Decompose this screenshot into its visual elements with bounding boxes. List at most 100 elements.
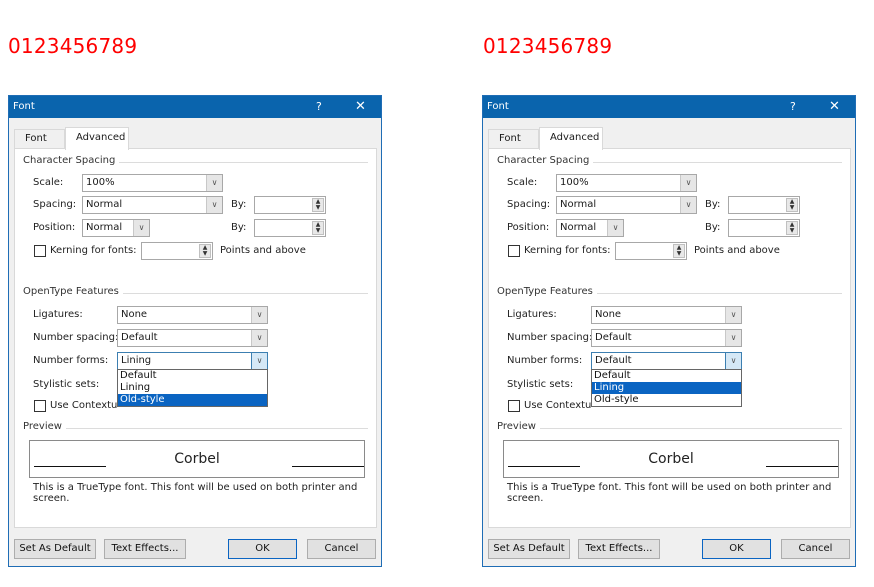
preview-baseline-right: [766, 466, 838, 467]
position-combo[interactable]: Normal ∨: [82, 219, 150, 237]
dialog-titlebar[interactable]: Font ? ✕: [9, 96, 381, 118]
advanced-panel: Character Spacing Scale: 100% ∨ Spacing:…: [14, 148, 377, 528]
preview-baseline-right: [292, 466, 364, 467]
chevron-down-icon[interactable]: ∨: [725, 307, 741, 323]
spacing-by-spinner[interactable]: ▲ ▼: [254, 196, 326, 214]
kerning-spinner[interactable]: ▲ ▼: [141, 242, 213, 260]
ligatures-combo[interactable]: None ∨: [117, 306, 268, 324]
chevron-down-icon[interactable]: ∨: [680, 197, 696, 213]
spacing-combo[interactable]: Normal ∨: [82, 196, 223, 214]
position-combo[interactable]: Normal ∨: [556, 219, 624, 237]
chevron-down-icon[interactable]: ∨: [251, 353, 267, 369]
chevron-down-icon[interactable]: ∨: [680, 175, 696, 191]
font-dialog-oldstyle: Font ? ✕ Font Advanced Character Spacing…: [8, 95, 382, 567]
ligatures-combo[interactable]: None ∨: [591, 306, 742, 324]
sample-digits-oldstyle: 0123456789: [8, 34, 138, 58]
spinner-arrows-icon[interactable]: ▲ ▼: [312, 221, 324, 235]
spacing-by-spinner[interactable]: ▲ ▼: [728, 196, 800, 214]
number-spacing-combo[interactable]: Default ∨: [591, 329, 742, 347]
position-label: Position:: [507, 222, 550, 233]
number-forms-value: Default: [595, 355, 632, 366]
help-icon[interactable]: ?: [316, 96, 322, 118]
position-by-spinner[interactable]: ▲ ▼: [728, 219, 800, 237]
number-forms-dropdown: Default Lining Old-style: [117, 369, 268, 407]
sample-digits-lining: 0123456789: [483, 34, 613, 58]
tab-advanced[interactable]: Advanced: [65, 127, 129, 150]
kerning-checkbox[interactable]: [508, 245, 520, 257]
dropdown-option[interactable]: Default: [118, 370, 267, 382]
spacing-value: Normal: [86, 199, 123, 210]
spinner-arrows-icon[interactable]: ▲ ▼: [786, 198, 798, 212]
character-spacing-heading: Character Spacing: [23, 155, 120, 166]
ok-button[interactable]: OK: [228, 539, 297, 559]
close-icon[interactable]: ✕: [829, 96, 840, 118]
tab-font[interactable]: Font: [14, 129, 65, 149]
number-forms-label: Number forms:: [33, 355, 109, 366]
kerning-checkbox[interactable]: [34, 245, 46, 257]
chevron-down-icon[interactable]: ∨: [206, 175, 222, 191]
chevron-down-icon[interactable]: ∨: [607, 220, 623, 236]
cancel-button[interactable]: Cancel: [781, 539, 850, 559]
contextual-alternates-checkbox[interactable]: [34, 400, 46, 412]
spinner-arrows-icon[interactable]: ▲ ▼: [786, 221, 798, 235]
number-spacing-value: Default: [121, 332, 158, 343]
ok-button[interactable]: OK: [702, 539, 771, 559]
kerning-spinner[interactable]: ▲ ▼: [615, 242, 687, 260]
dialog-title: Font: [487, 101, 509, 112]
set-as-default-button[interactable]: Set As Default: [14, 539, 96, 559]
dropdown-option[interactable]: Default: [592, 370, 741, 382]
number-forms-label: Number forms:: [507, 355, 583, 366]
stylistic-sets-label: Stylistic sets:: [507, 379, 574, 390]
scale-combo[interactable]: 100% ∨: [82, 174, 223, 192]
spinner-arrows-icon[interactable]: ▲ ▼: [199, 244, 211, 258]
position-by-label: By:: [705, 222, 721, 233]
number-forms-combo[interactable]: Lining ∨: [117, 352, 268, 370]
position-value: Normal: [560, 222, 597, 233]
help-icon[interactable]: ?: [790, 96, 796, 118]
chevron-down-icon[interactable]: ∨: [725, 330, 741, 346]
number-forms-combo[interactable]: Default ∨: [591, 352, 742, 370]
chevron-down-icon[interactable]: ∨: [206, 197, 222, 213]
kerning-suffix: Points and above: [694, 245, 780, 256]
spacing-combo[interactable]: Normal ∨: [556, 196, 697, 214]
position-by-label: By:: [231, 222, 247, 233]
chevron-down-icon[interactable]: ∨: [251, 330, 267, 346]
tab-font[interactable]: Font: [488, 129, 539, 149]
spinner-arrows-icon[interactable]: ▲ ▼: [312, 198, 324, 212]
tab-advanced[interactable]: Advanced: [539, 127, 603, 150]
dialog-title: Font: [13, 101, 35, 112]
scale-label: Scale:: [507, 177, 538, 188]
font-dialog-lining: Font ? ✕ Font Advanced Character Spacing…: [482, 95, 856, 567]
text-effects-button[interactable]: Text Effects...: [578, 539, 660, 559]
chevron-down-icon[interactable]: ∨: [133, 220, 149, 236]
chevron-down-icon[interactable]: ∨: [725, 353, 741, 369]
number-spacing-combo[interactable]: Default ∨: [117, 329, 268, 347]
stylistic-sets-label: Stylistic sets:: [33, 379, 100, 390]
dialog-titlebar[interactable]: Font ? ✕: [483, 96, 855, 118]
kerning-label: Kerning for fonts:: [50, 245, 137, 256]
position-by-spinner[interactable]: ▲ ▼: [254, 219, 326, 237]
kerning-suffix: Points and above: [220, 245, 306, 256]
opentype-heading: OpenType Features: [497, 286, 597, 297]
opentype-heading: OpenType Features: [23, 286, 123, 297]
character-spacing-heading: Character Spacing: [497, 155, 594, 166]
set-as-default-button[interactable]: Set As Default: [488, 539, 570, 559]
dropdown-option[interactable]: Lining: [118, 382, 267, 394]
spacing-label: Spacing:: [33, 199, 77, 210]
kerning-label: Kerning for fonts:: [524, 245, 611, 256]
scale-value: 100%: [86, 177, 115, 188]
spinner-arrows-icon[interactable]: ▲ ▼: [673, 244, 685, 258]
preview-heading: Preview: [497, 421, 540, 432]
ligatures-value: None: [595, 309, 622, 320]
ligatures-value: None: [121, 309, 148, 320]
dropdown-option[interactable]: Old-style: [592, 394, 741, 406]
text-effects-button[interactable]: Text Effects...: [104, 539, 186, 559]
preview-note: This is a TrueType font. This font will …: [33, 482, 358, 504]
scale-combo[interactable]: 100% ∨: [556, 174, 697, 192]
close-icon[interactable]: ✕: [355, 96, 366, 118]
cancel-button[interactable]: Cancel: [307, 539, 376, 559]
contextual-alternates-checkbox[interactable]: [508, 400, 520, 412]
chevron-down-icon[interactable]: ∨: [251, 307, 267, 323]
dropdown-option[interactable]: Lining: [592, 382, 741, 394]
dropdown-option[interactable]: Old-style: [118, 394, 267, 406]
